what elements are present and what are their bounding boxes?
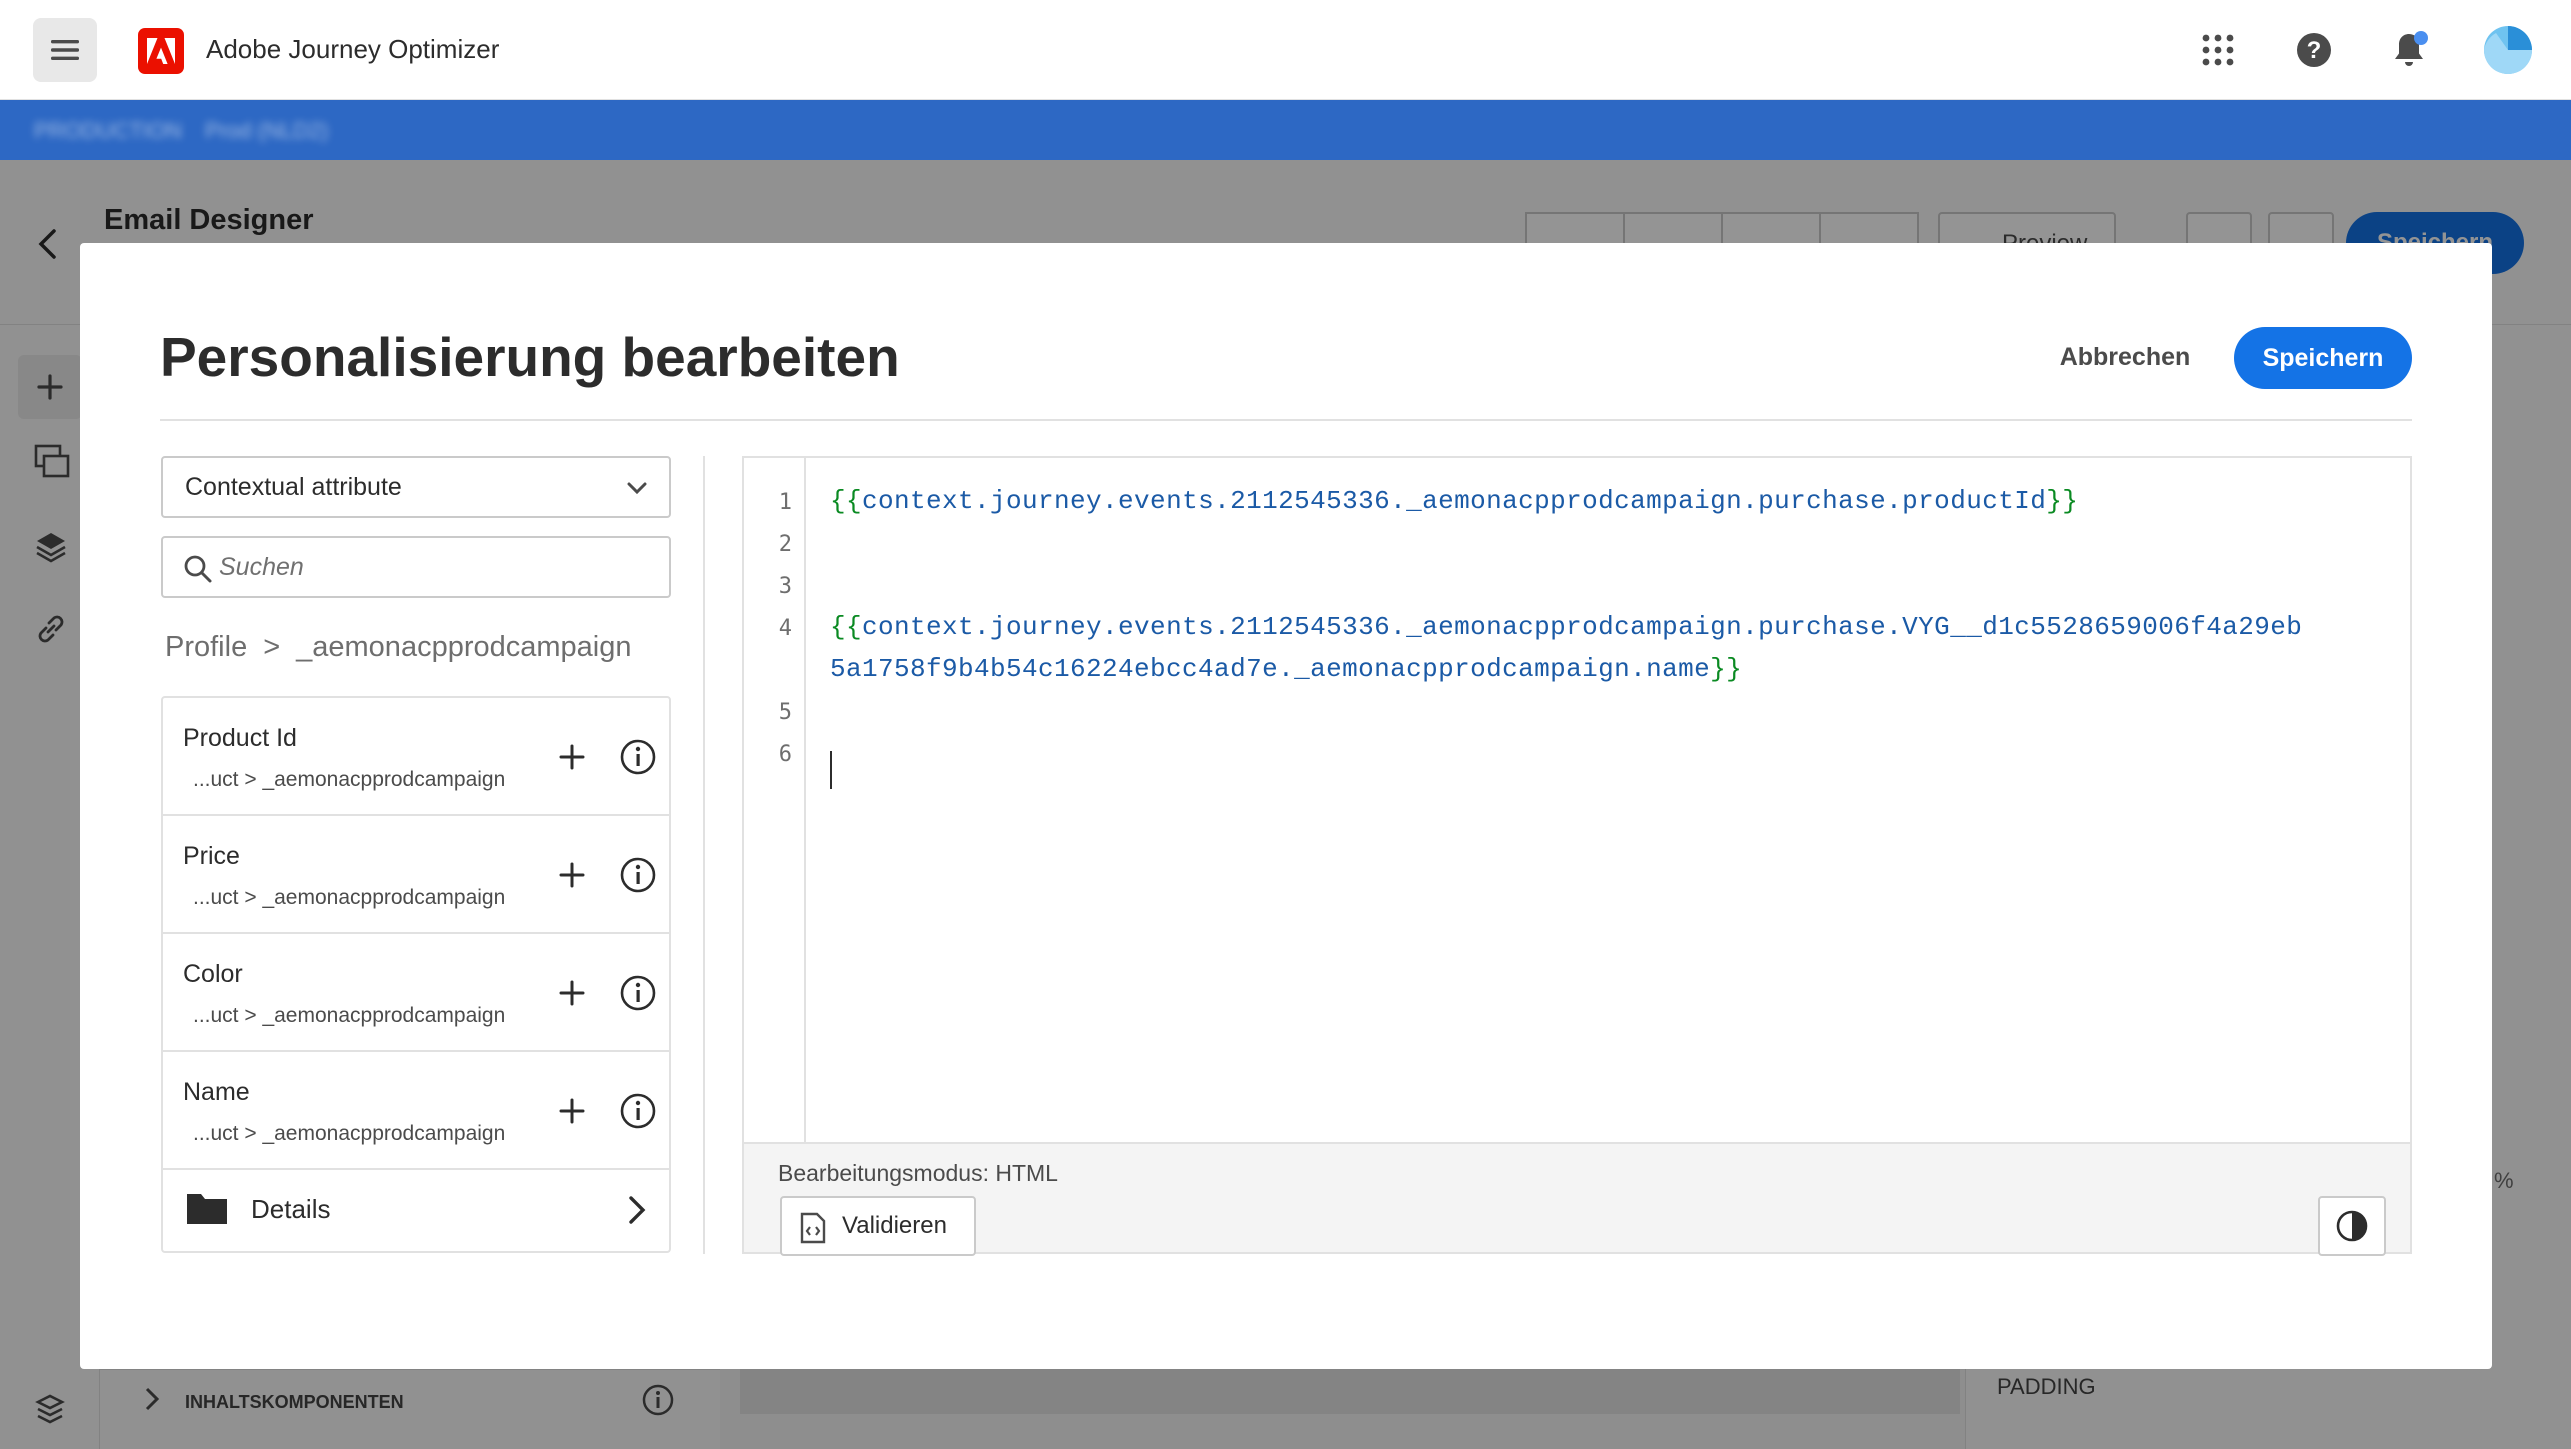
details-folder-item[interactable]: Details (163, 1170, 669, 1251)
sandbox-switcher[interactable]: Prod (NLD2) (205, 118, 328, 143)
attribute-list: Product Id ...uct > _aemonacpprodcampaig… (161, 696, 671, 1253)
add-attribute-icon[interactable] (553, 856, 591, 894)
environment-bar (0, 100, 2571, 160)
validate-label: Validieren (842, 1212, 947, 1239)
search-icon (183, 554, 213, 591)
notifications-bell-icon[interactable] (2389, 30, 2429, 70)
line-number-gutter: 1 2 3 4 5 6 (744, 458, 806, 1142)
attribute-name: Name (183, 1078, 250, 1106)
list-item[interactable]: Color ...uct > _aemonacpprodcampaign (163, 934, 669, 1052)
apps-grid-icon[interactable] (2198, 30, 2238, 70)
code-line-1: {{context.journey.events.2112545336._aem… (830, 486, 2078, 516)
panel-divider (703, 456, 705, 1254)
line-number: 5 (778, 700, 792, 725)
contrast-toggle-icon[interactable] (2318, 1196, 2386, 1256)
personalization-dialog: Personalisierung bearbeiten Abbrechen Sp… (80, 243, 2492, 1369)
attribute-name: Price (183, 842, 240, 870)
expression-path-continued: 5a1758f9b4b54c16224ebcc4ad7e._aemonacppr… (830, 654, 1711, 684)
list-item[interactable]: Product Id ...uct > _aemonacpprodcampaig… (163, 698, 669, 816)
add-attribute-icon[interactable] (553, 738, 591, 776)
editor-mode-bar: Bearbeitungsmodus: HTML (744, 1142, 2410, 1198)
validate-button[interactable]: Validieren (780, 1196, 976, 1256)
breadcrumb-separator: > (263, 631, 281, 663)
code-line-4-wrap: 5a1758f9b4b54c16224ebcc4ad7e._aemonacppr… (830, 654, 1742, 684)
validate-code-icon (800, 1212, 826, 1251)
chevron-right-icon (627, 1194, 647, 1231)
attribute-info-icon[interactable] (619, 974, 657, 1012)
breadcrumb-current: _aemonacpprodcampaign (296, 631, 632, 663)
menu-icon[interactable] (33, 18, 97, 82)
expression-open-brace: {{ (830, 612, 863, 642)
attribute-info-icon[interactable] (619, 856, 657, 894)
expression-close-brace: }} (1710, 654, 1743, 684)
app-header: Adobe Journey Optimizer ? (0, 0, 2571, 100)
expression-path: context.journey.events.2112545336._aemon… (862, 612, 2303, 642)
editor-footer: Validieren (744, 1196, 2410, 1256)
app-title: Adobe Journey Optimizer (206, 34, 500, 64)
folder-icon (185, 1190, 229, 1231)
help-icon[interactable]: ? (2294, 30, 2334, 70)
add-attribute-icon[interactable] (553, 1092, 591, 1130)
chevron-down-icon (625, 476, 649, 507)
text-cursor (830, 751, 832, 789)
save-button[interactable]: Speichern (2234, 327, 2412, 389)
attribute-name: Product Id (183, 724, 297, 752)
line-number: 1 (778, 490, 792, 515)
cancel-button[interactable]: Abbrechen (2030, 327, 2220, 387)
editor-mode-label: Bearbeitungsmodus: HTML (778, 1160, 1058, 1186)
line-number: 6 (778, 742, 792, 767)
expression-close-brace: }} (2046, 486, 2079, 516)
dialog-divider (160, 419, 2412, 421)
attribute-info-icon[interactable] (619, 1092, 657, 1130)
attribute-path: ...uct > _aemonacpprodcampaign (193, 768, 506, 791)
attribute-category-value: Contextual attribute (185, 472, 402, 501)
list-item[interactable]: Name ...uct > _aemonacpprodcampaign (163, 1052, 669, 1170)
environment-label: PRODUCTION (34, 118, 182, 143)
attribute-info-icon[interactable] (619, 738, 657, 776)
attribute-category-select[interactable]: Contextual attribute (161, 456, 671, 518)
line-number: 4 (778, 616, 792, 641)
search-placeholder: Suchen (219, 552, 304, 581)
attribute-name: Color (183, 960, 243, 988)
user-avatar[interactable] (2483, 25, 2533, 75)
search-input[interactable]: Suchen (161, 536, 671, 598)
breadcrumb: Profile > _aemonacpprodcampaign (165, 631, 631, 664)
line-number: 2 (778, 532, 792, 557)
expression-open-brace: {{ (830, 486, 863, 516)
expression-path: context.journey.events.2112545336._aemon… (862, 486, 2047, 516)
breadcrumb-root[interactable]: Profile (165, 631, 247, 664)
attribute-path: ...uct > _aemonacpprodcampaign (193, 886, 506, 909)
adobe-logo-icon[interactable] (138, 28, 184, 74)
line-number: 3 (778, 574, 792, 599)
list-item[interactable]: Price ...uct > _aemonacpprodcampaign (163, 816, 669, 934)
add-attribute-icon[interactable] (553, 974, 591, 1012)
code-editor[interactable]: 1 2 3 4 5 6 {{context.journey.events.211… (742, 456, 2412, 1256)
dialog-title: Personalisierung bearbeiten (160, 326, 900, 388)
svg-text:?: ? (2307, 37, 2322, 64)
code-line-4: {{context.journey.events.2112545336._aem… (830, 612, 2302, 642)
attribute-path: ...uct > _aemonacpprodcampaign (193, 1122, 506, 1145)
details-label: Details (251, 1194, 331, 1224)
attribute-path: ...uct > _aemonacpprodcampaign (193, 1004, 506, 1027)
